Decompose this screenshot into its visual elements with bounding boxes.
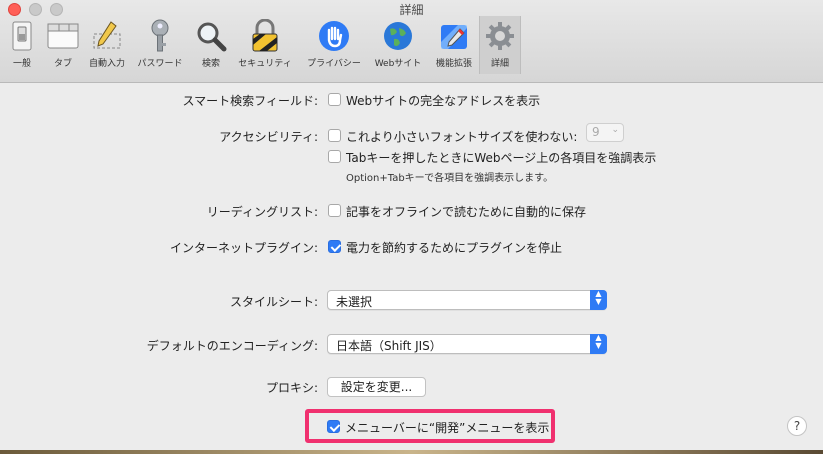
chevron-down-icon: ⌄ (611, 125, 619, 135)
toolbar-label-search: 検索 (201, 59, 220, 69)
toolbar-label-privacy: プライバシー (307, 59, 361, 69)
toolbar-label-tabs: タブ (53, 59, 72, 69)
globe-icon (381, 19, 415, 53)
toolbar-label-general: 一般 (12, 59, 31, 69)
select-arrows-icon: ▲ ▼ (590, 334, 607, 354)
develop-menu-checkbox[interactable] (327, 420, 340, 433)
stylesheet-label: スタイルシート: (229, 295, 318, 309)
key-icon (143, 19, 177, 53)
stylesheet-value: 未選択 (336, 295, 373, 309)
plugins-label: インターネットプラグイン: (169, 241, 318, 255)
toolbar-item-security[interactable]: セキュリティ (234, 16, 296, 74)
magnifier-icon (194, 19, 228, 53)
min-font-size-value: 9 (592, 125, 600, 139)
tab-highlight-checkbox[interactable] (328, 150, 341, 163)
reading-list-label: リーディングリスト: (206, 205, 318, 219)
help-button[interactable]: ? (787, 416, 807, 436)
toolbar-item-autofill[interactable]: 自動入力 (86, 16, 128, 74)
toolbar-item-general[interactable]: 一般 (4, 16, 40, 74)
preferences-panel: スマート検索フィールド: Webサイトの完全なアドレスを表示 アクセシビリティ:… (0, 83, 823, 454)
stop-plugins-checkbox[interactable] (328, 240, 341, 253)
stylesheet-select[interactable]: 未選択 ▲ ▼ (327, 290, 607, 310)
toolbar-item-privacy[interactable]: プライバシー (303, 16, 365, 74)
toolbar-label-passwords: パスワード (137, 59, 183, 69)
proxy-label: プロキシ: (265, 381, 318, 395)
toolbar-item-tabs[interactable]: タブ (45, 16, 81, 74)
switch-icon (5, 19, 39, 53)
min-font-size-select[interactable]: 9 ⌄ (586, 123, 624, 142)
toolbar-item-websites[interactable]: Webサイト (370, 16, 426, 74)
develop-menu-option: メニューバーに“開発”メニューを表示 (345, 421, 550, 435)
change-settings-button[interactable]: 設定を変更... (327, 377, 426, 397)
pencil-icon (90, 19, 124, 53)
toolbar-label-advanced: 詳細 (490, 59, 509, 69)
offline-save-checkbox[interactable] (328, 204, 341, 217)
toolbar-label-extensions: 機能拡張 (435, 59, 472, 69)
tabs-icon (46, 19, 80, 53)
select-arrows-icon: ▲ ▼ (590, 290, 607, 310)
encoding-label: デフォルトのエンコーディング: (146, 339, 318, 353)
full-address-checkbox[interactable] (328, 93, 341, 106)
hand-icon (317, 19, 351, 53)
min-font-size-checkbox[interactable] (328, 129, 341, 142)
tab-highlight-option: Tabキーを押したときにWebページ上の各項目を強調表示 (346, 151, 657, 165)
toolbar-item-advanced[interactable]: 詳細 (479, 16, 521, 74)
gear-icon (483, 19, 517, 53)
puzzle-icon (437, 19, 471, 53)
tab-highlight-hint: Option+Tabキーで各項目を強調表示します。 (346, 173, 554, 184)
toolbar-item-search[interactable]: 検索 (194, 16, 228, 74)
desktop-background (0, 450, 823, 454)
offline-save-option: 記事をオフラインで読むために自動的に保存 (346, 205, 587, 219)
smart-search-label: スマート検索フィールド: (182, 94, 318, 108)
lock-icon (248, 19, 282, 53)
encoding-value: 日本語（Shift JIS） (336, 339, 442, 353)
min-font-size-option: これより小さいフォントサイズを使わない: (346, 130, 578, 144)
accessibility-label: アクセシビリティ: (219, 130, 318, 144)
full-address-option: Webサイトの完全なアドレスを表示 (346, 94, 541, 108)
window-titlebar: 詳細 一般 タブ 自動入力 パスワード 検索 セキュリティ プライバシー Web… (0, 0, 823, 83)
toolbar-label-autofill: 自動入力 (88, 59, 125, 69)
toolbar-item-passwords[interactable]: パスワード (133, 16, 187, 74)
encoding-select[interactable]: 日本語（Shift JIS） ▲ ▼ (327, 334, 607, 354)
stop-plugins-option: 電力を節約するためにプラグインを停止 (346, 241, 563, 255)
toolbar-label-security: セキュリティ (238, 59, 292, 69)
toolbar-item-extensions[interactable]: 機能拡張 (431, 16, 477, 74)
toolbar-label-websites: Webサイト (374, 59, 422, 69)
